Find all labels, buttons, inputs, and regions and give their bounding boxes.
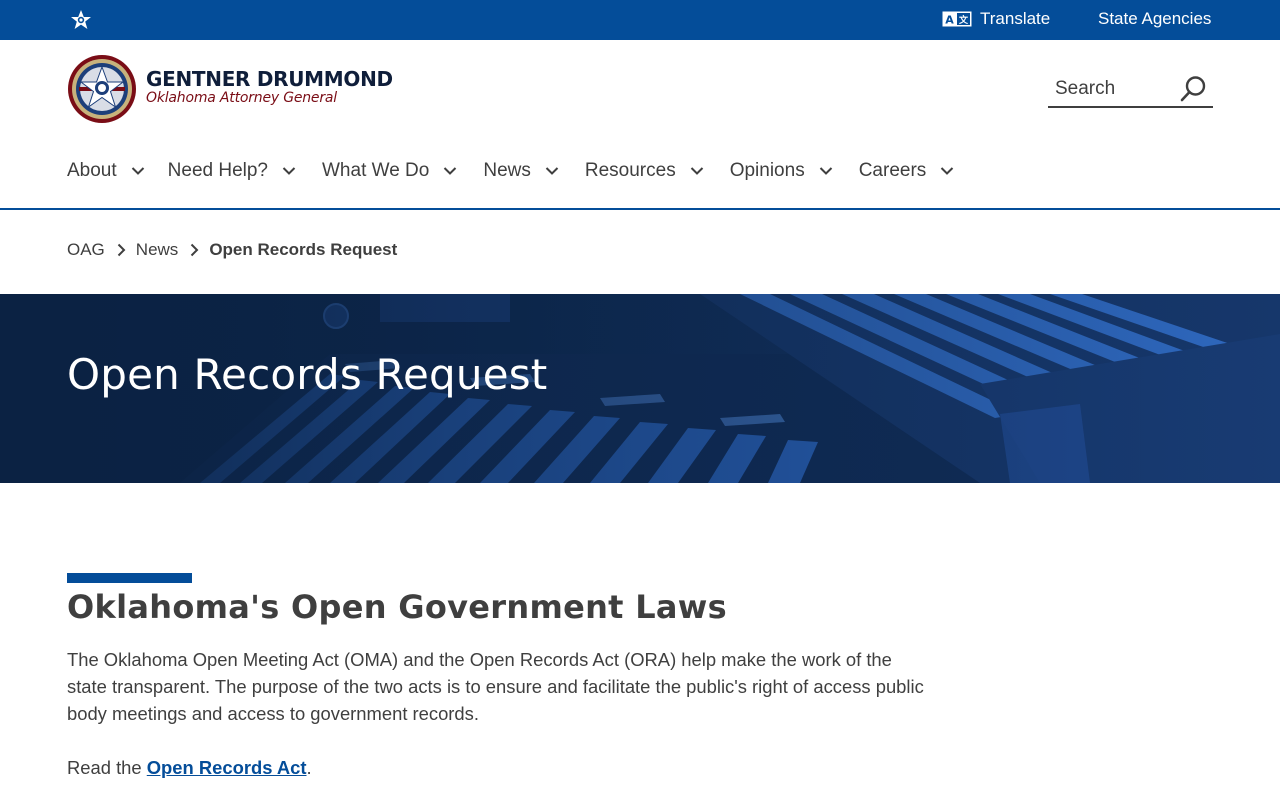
svg-text:文: 文 (958, 14, 969, 26)
breadcrumb: OAG News Open Records Request (67, 240, 397, 260)
nav-item-label: Opinions (729, 160, 805, 181)
oklahoma-star-icon[interactable] (69, 9, 93, 31)
section-accent-bar (67, 573, 192, 583)
site-search (1048, 72, 1213, 108)
official-name: GENTNER DRUMMOND (146, 67, 393, 91)
nav-item-label: Careers (858, 160, 927, 181)
nav-item-what-we-do[interactable]: What We Do (322, 160, 457, 182)
nav-item-label: Need Help? (167, 160, 268, 181)
nav-item-resources[interactable]: Resources (585, 160, 704, 182)
official-title: Oklahoma Attorney General (146, 90, 337, 106)
open-records-act-link[interactable]: Open Records Act (147, 757, 307, 778)
chevron-down-icon (545, 167, 559, 175)
chevron-down-icon (282, 167, 296, 175)
translate-button[interactable]: A 文 Translate (942, 0, 1050, 38)
attorney-general-seal-icon (68, 55, 136, 123)
intro-paragraph: The Oklahoma Open Meeting Act (OMA) and … (67, 649, 924, 724)
search-icon[interactable] (1179, 75, 1207, 103)
nav-item-about[interactable]: About (67, 160, 145, 182)
nav-item-label: Resources (584, 160, 676, 181)
nav-divider (0, 208, 1280, 210)
nav-item-need-help[interactable]: Need Help? (168, 160, 296, 182)
nav-item-label: What We Do (322, 160, 430, 181)
nav-item-careers[interactable]: Careers (859, 160, 955, 182)
read-suffix: . (306, 757, 312, 778)
chevron-down-icon (690, 167, 703, 175)
breadcrumb-news-link[interactable]: News (136, 240, 179, 260)
site-logo[interactable]: GENTNER DRUMMOND Oklahoma Attorney Gener… (67, 54, 393, 124)
chevron-right-icon (191, 243, 199, 257)
read-prefix: Read the (67, 757, 147, 778)
search-input[interactable] (1048, 72, 1180, 106)
chevron-down-icon (444, 167, 457, 175)
translate-icon: A 文 (942, 11, 972, 27)
svg-text:A: A (945, 14, 954, 27)
hero-banner: Open Records Request (0, 294, 1280, 483)
nav-item-label: News (483, 160, 531, 181)
translate-label: Translate (980, 9, 1051, 28)
chevron-down-icon (941, 167, 954, 175)
main-nav: About Need Help? What We Do News Resourc… (67, 150, 954, 192)
page-title: Open Records Request (67, 350, 548, 399)
chevron-down-icon (819, 167, 832, 175)
chevron-right-icon (117, 243, 126, 257)
nav-item-news[interactable]: News (483, 160, 559, 182)
chevron-down-icon (131, 167, 144, 175)
breadcrumb-oag-link[interactable]: OAG (67, 240, 105, 260)
read-act-paragraph: Read the Open Records Act. (67, 757, 312, 779)
state-agencies-link[interactable]: State Agencies (1098, 0, 1211, 38)
breadcrumb-current: Open Records Request (209, 240, 398, 259)
nav-item-opinions[interactable]: Opinions (730, 160, 833, 182)
utility-bar: A 文 Translate State Agencies (0, 0, 1280, 40)
section-heading: Oklahoma's Open Government Laws (67, 588, 728, 626)
nav-item-label: About (67, 160, 117, 181)
